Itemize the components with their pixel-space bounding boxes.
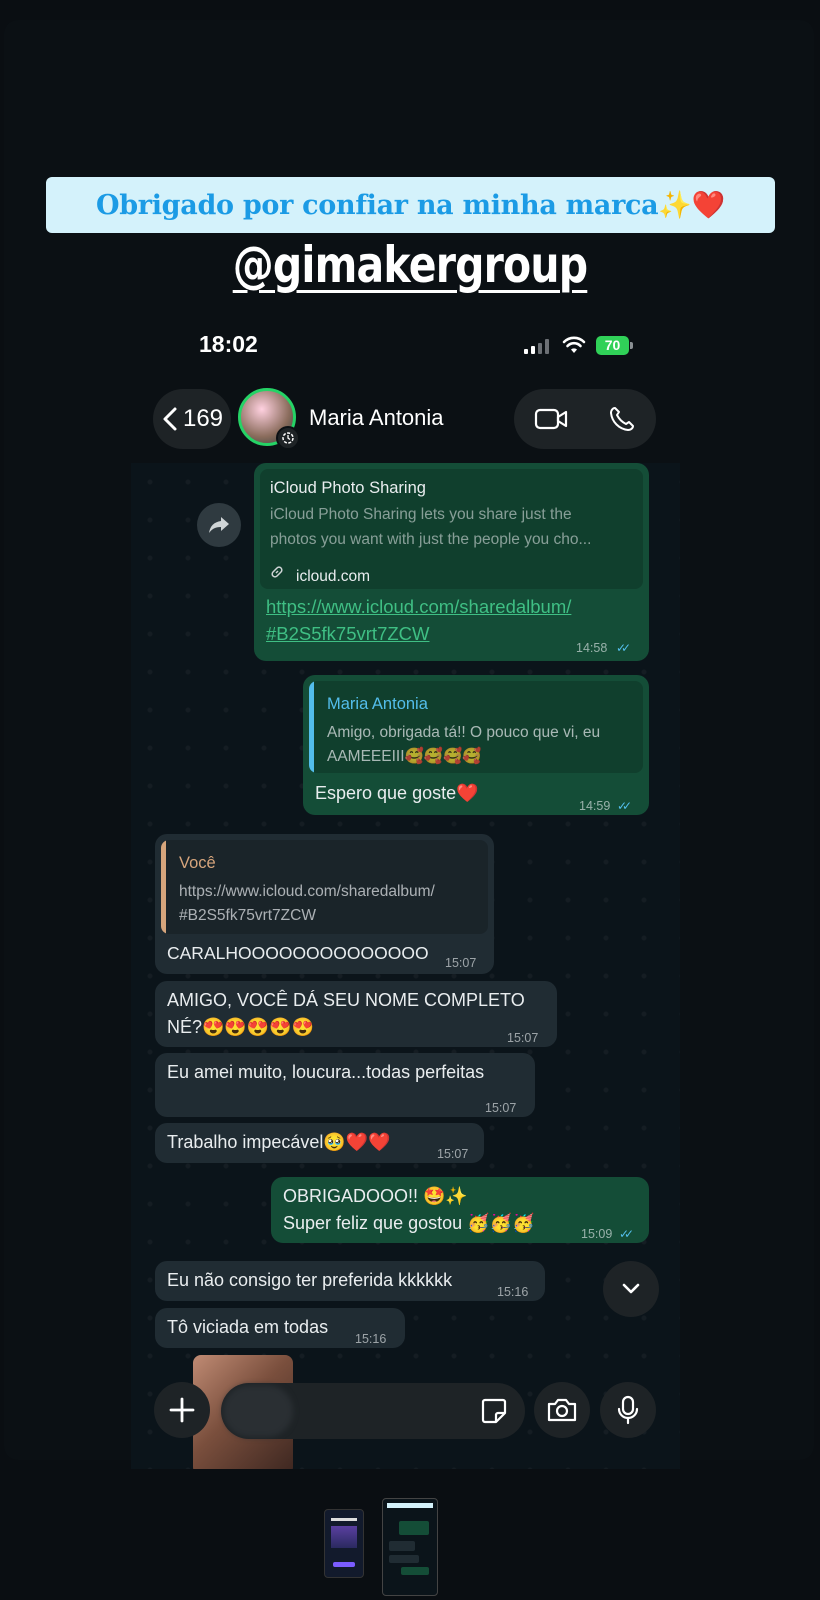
message-reply-incoming[interactable]: Você https://www.icloud.com/sharedalbum/… (155, 834, 494, 974)
read-receipt-icon: ✓✓ (616, 641, 631, 655)
message-incoming[interactable]: Eu não consigo ter preferida kkkkkk 15:1… (155, 1261, 545, 1301)
sticker-icon[interactable] (480, 1397, 508, 1425)
battery-icon: 70 (596, 336, 629, 355)
quoted-message[interactable]: Você https://www.icloud.com/sharedalbum/… (161, 840, 488, 934)
message-incoming[interactable]: Eu amei muito, loucura...todas perfeitas… (155, 1053, 535, 1117)
message-text: CARALHOOOOOOOOOOOOOO (167, 943, 429, 963)
battery-tip (630, 342, 633, 349)
message-incoming[interactable]: Trabalho impecável🥹❤️❤️ 15:07 (155, 1123, 484, 1163)
unread-count: 169 (182, 405, 224, 432)
microphone-icon (617, 1395, 639, 1425)
contact-name[interactable]: Maria Antonia (309, 405, 444, 431)
message-text: Eu amei muito, loucura...todas perfeitas (167, 1062, 485, 1082)
message-url[interactable]: #B2S5fk75vrt7ZCW (266, 620, 429, 647)
message-time: 15:09 (581, 1227, 613, 1241)
call-actions (514, 389, 656, 449)
wifi-icon (562, 336, 586, 353)
message-time: 14:58 (576, 641, 608, 655)
quoted-text: https://www.icloud.com/sharedalbum/ (179, 883, 435, 900)
quoted-text: #B2S5fk75vrt7ZCW (179, 907, 316, 924)
back-button[interactable]: 169 (153, 389, 231, 449)
story-thumbnail-1[interactable] (324, 1509, 364, 1578)
forward-button[interactable] (197, 503, 241, 547)
scroll-down-button[interactable] (603, 1261, 659, 1317)
link-preview-description: iCloud Photo Sharing lets you share just… (270, 506, 572, 523)
read-receipt-icon: ✓✓ (619, 1227, 634, 1241)
message-time: 15:07 (485, 1101, 517, 1115)
message-text: Espero que goste❤️ (315, 783, 479, 803)
message-reply-outgoing[interactable]: Maria Antonia Amigo, obrigada tá!! O pou… (303, 675, 649, 815)
voice-button[interactable] (600, 1382, 656, 1438)
forward-icon (209, 517, 229, 533)
message-text: AMIGO, VOCÊ DÁ SEU NOME COMPLETO (167, 990, 525, 1010)
phone-icon[interactable] (608, 405, 636, 433)
signal-icon (524, 339, 549, 354)
message-text: NÉ?😍😍😍😍😍 (167, 1017, 315, 1037)
link-preview-description: photos you want with just the people you… (270, 531, 592, 548)
story-thumbnail-2[interactable] (382, 1498, 438, 1596)
message-outgoing[interactable]: OBRIGADOOO!! 🤩✨ Super feliz que gostou 🥳… (271, 1177, 649, 1243)
link-preview-card[interactable]: iCloud Photo Sharing iCloud Photo Sharin… (260, 469, 643, 589)
status-ring-icon (276, 426, 300, 450)
message-incoming[interactable]: Tô viciada em todas 15:16 (155, 1308, 405, 1348)
status-time: 18:02 (199, 331, 258, 357)
chat-area[interactable]: iCloud Photo Sharing iCloud Photo Sharin… (131, 463, 680, 1469)
message-time: 14:59 (579, 799, 611, 813)
camera-icon (547, 1398, 577, 1422)
message-incoming[interactable]: AMIGO, VOCÊ DÁ SEU NOME COMPLETO NÉ?😍😍😍😍… (155, 981, 557, 1047)
message-time: 15:16 (355, 1332, 387, 1346)
message-text: OBRIGADOOO!! 🤩✨ (283, 1186, 468, 1206)
video-call-icon[interactable] (534, 407, 568, 431)
input-blur (223, 1385, 293, 1437)
message-url[interactable]: https://www.icloud.com/sharedalbum/ (266, 593, 571, 620)
camera-button[interactable] (534, 1382, 590, 1438)
message-text: Trabalho impecável🥹❤️❤️ (167, 1132, 391, 1152)
message-time: 15:16 (497, 1285, 529, 1299)
message-time: 15:07 (437, 1147, 469, 1161)
read-receipt-icon: ✓✓ (617, 799, 632, 813)
link-preview-title: iCloud Photo Sharing (270, 479, 426, 497)
message-text: Tô viciada em todas (167, 1317, 329, 1337)
message-time: 15:07 (445, 956, 477, 970)
caption-banner: Obrigado por confiar na minha marca✨❤️ (46, 177, 775, 233)
plus-icon (169, 1397, 195, 1423)
chevron-down-icon (622, 1283, 640, 1294)
message-text: Eu não consigo ter preferida kkkkkk (167, 1270, 453, 1290)
attach-button[interactable] (154, 1382, 210, 1438)
message-link-preview[interactable]: iCloud Photo Sharing iCloud Photo Sharin… (254, 463, 649, 661)
message-time: 15:07 (507, 1031, 539, 1045)
chevron-left-icon (163, 407, 177, 431)
quoted-author: Maria Antonia (327, 695, 428, 713)
link-domain: icloud.com (296, 568, 371, 585)
link-icon (271, 566, 283, 578)
message-text: Super feliz que gostou 🥳🥳🥳 (283, 1213, 535, 1233)
quoted-author: Você (179, 854, 216, 872)
caption-text: Obrigado por confiar na minha marca✨❤️ (96, 190, 725, 221)
mention-handle[interactable]: @gimakergroup (74, 236, 746, 294)
quoted-text: AAMEEEIII🥰🥰🥰🥰 (327, 748, 482, 765)
quoted-message[interactable]: Maria Antonia Amigo, obrigada tá!! O pou… (309, 681, 643, 773)
quoted-text: Amigo, obrigada tá!! O pouco que vi, eu (327, 724, 601, 741)
